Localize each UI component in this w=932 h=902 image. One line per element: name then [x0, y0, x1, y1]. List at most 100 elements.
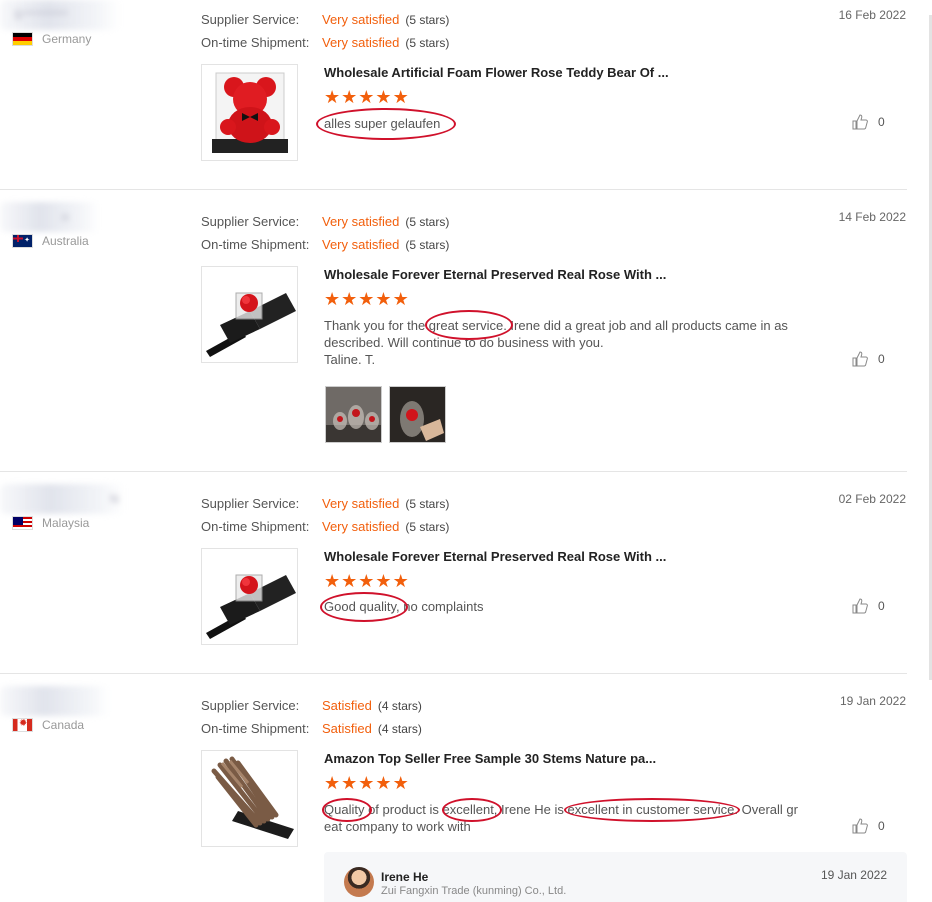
supplier-ratings: Supplier Service: Very satisfied (5 star… — [201, 492, 449, 538]
shipment-value: Very satisfied — [322, 35, 400, 50]
review-photo-image — [390, 387, 445, 442]
product-title-link[interactable]: Wholesale Artificial Foam Flower Rose Te… — [324, 65, 669, 80]
star-icon: ★ — [375, 571, 392, 591]
buyer-name-obscured: S******** — [0, 0, 120, 30]
star-icon: ★ — [392, 571, 409, 591]
supplier-service-label: Supplier Service: — [201, 496, 300, 511]
shipment-label: On-time Shipment: — [201, 35, 310, 50]
like-count: 0 — [878, 352, 885, 366]
product-thumbnail[interactable] — [201, 750, 298, 847]
shipment-value: Very satisfied — [322, 519, 400, 534]
reply-company-name: Zui Fangxin Trade (kunming) Co., Ltd. — [381, 885, 567, 897]
thumbs-up-icon — [852, 598, 868, 614]
supplier-service-value: Very satisfied — [322, 214, 400, 229]
supplier-ratings: Supplier Service: Very satisfied (5 star… — [201, 8, 449, 54]
star-icon: ★ — [324, 289, 341, 309]
like-button[interactable]: 0 — [852, 818, 885, 834]
star-icon: ★ — [358, 571, 375, 591]
like-count: 0 — [878, 819, 885, 833]
star-rating: ★★★★★ — [324, 572, 410, 590]
dried-flower-bouquet-image — [211, 756, 294, 839]
germany-flag-icon — [12, 32, 33, 46]
buyer-country: Canada — [12, 718, 84, 732]
country-label: Australia — [42, 234, 89, 248]
avatar — [344, 867, 374, 897]
star-icon: ★ — [375, 87, 392, 107]
review-card: n Australia Supplier Service: Very satis… — [0, 202, 932, 470]
star-icon: ★ — [358, 289, 375, 309]
shipment-label: On-time Shipment: — [201, 721, 310, 736]
comment-line: described. Will continue to do business … — [324, 335, 604, 350]
comment-line: Thank you for the great service. Irene d… — [324, 318, 788, 333]
reply-author-name: Irene He — [381, 870, 429, 884]
supplier-service-label: Supplier Service: — [201, 214, 300, 229]
review-date: 19 Jan 2022 — [839, 694, 906, 708]
star-icon: ★ — [324, 773, 341, 793]
comment-line: Quality of product is excellent, Irene H… — [324, 802, 798, 817]
product-title-link[interactable]: Amazon Top Seller Free Sample 30 Stems N… — [324, 751, 656, 766]
star-rating: ★★★★★ — [324, 290, 410, 308]
comment-line: Taline. T. — [324, 352, 376, 367]
buyer-info: n Australia — [0, 202, 180, 260]
shipment-label: On-time Shipment: — [201, 519, 310, 534]
buyer-info: Canada — [0, 686, 180, 744]
buyer-country: Australia — [12, 234, 89, 248]
review-comment: Quality of product is excellent, Irene H… — [324, 801, 800, 835]
star-rating: ★★★★★ — [324, 88, 410, 106]
product-thumbnail[interactable] — [201, 548, 298, 645]
star-icon: ★ — [392, 289, 409, 309]
product-title-link[interactable]: Wholesale Forever Eternal Preserved Real… — [324, 267, 666, 282]
supplier-service-stars: (5 stars) — [405, 12, 450, 27]
star-icon: ★ — [341, 87, 358, 107]
like-count: 0 — [878, 115, 885, 129]
shipment-stars: (5 stars) — [405, 237, 450, 252]
supplier-service-value: Satisfied — [322, 698, 372, 713]
rose-box-image — [206, 574, 296, 639]
supplier-ratings: Supplier Service: Very satisfied (5 star… — [201, 210, 449, 256]
comment-line: alles super gelaufen — [324, 116, 441, 131]
like-count: 0 — [878, 599, 885, 613]
review-photo[interactable] — [389, 386, 446, 443]
buyer-country: Malaysia — [12, 516, 89, 530]
shipment-stars: (4 stars) — [377, 721, 422, 736]
malaysia-flag-icon — [12, 516, 33, 530]
supplier-service-label: Supplier Service: — [201, 698, 300, 713]
star-icon: ★ — [341, 773, 358, 793]
buyer-name-obscured: n — [0, 202, 100, 232]
canada-flag-icon — [12, 718, 33, 732]
star-icon: ★ — [341, 289, 358, 309]
supplier-service-stars: (5 stars) — [405, 214, 450, 229]
comment-line: eat company to work with — [324, 819, 471, 834]
star-icon: ★ — [375, 289, 392, 309]
country-label: Germany — [42, 32, 92, 46]
like-button[interactable]: 0 — [852, 598, 885, 614]
like-button[interactable]: 0 — [852, 114, 885, 130]
shipment-value: Very satisfied — [322, 237, 400, 252]
like-button[interactable]: 0 — [852, 351, 885, 367]
supplier-service-stars: (5 stars) — [405, 496, 450, 511]
thumbs-up-icon — [852, 818, 868, 834]
star-icon: ★ — [375, 773, 392, 793]
shipment-stars: (5 stars) — [405, 519, 450, 534]
shipment-stars: (5 stars) — [405, 35, 450, 50]
product-thumbnail[interactable] — [201, 266, 298, 363]
review-photo-image — [326, 387, 381, 442]
review-date: 16 Feb 2022 — [838, 8, 906, 22]
country-label: Malaysia — [42, 516, 90, 530]
review-comment: Good quality, no complaints — [324, 598, 800, 615]
star-icon: ★ — [358, 773, 375, 793]
product-thumbnail[interactable] — [201, 64, 298, 161]
reply-date: 19 Jan 2022 — [820, 868, 887, 882]
country-label: Canada — [42, 718, 85, 732]
product-title-link[interactable]: Wholesale Forever Eternal Preserved Real… — [324, 549, 666, 564]
review-divider — [0, 673, 907, 674]
australia-flag-icon — [12, 234, 33, 248]
review-comment: alles super gelaufen — [324, 115, 800, 132]
supplier-ratings: Supplier Service: Satisfied (4 stars) On… — [201, 694, 422, 740]
shipment-value: Satisfied — [322, 721, 372, 736]
review-divider — [0, 471, 907, 472]
buyer-info: N Malaysia — [0, 484, 180, 542]
teddy-bear-rose-image — [212, 72, 288, 153]
review-card: N Malaysia Supplier Service: Very satisf… — [0, 484, 932, 672]
review-photo[interactable] — [325, 386, 382, 443]
